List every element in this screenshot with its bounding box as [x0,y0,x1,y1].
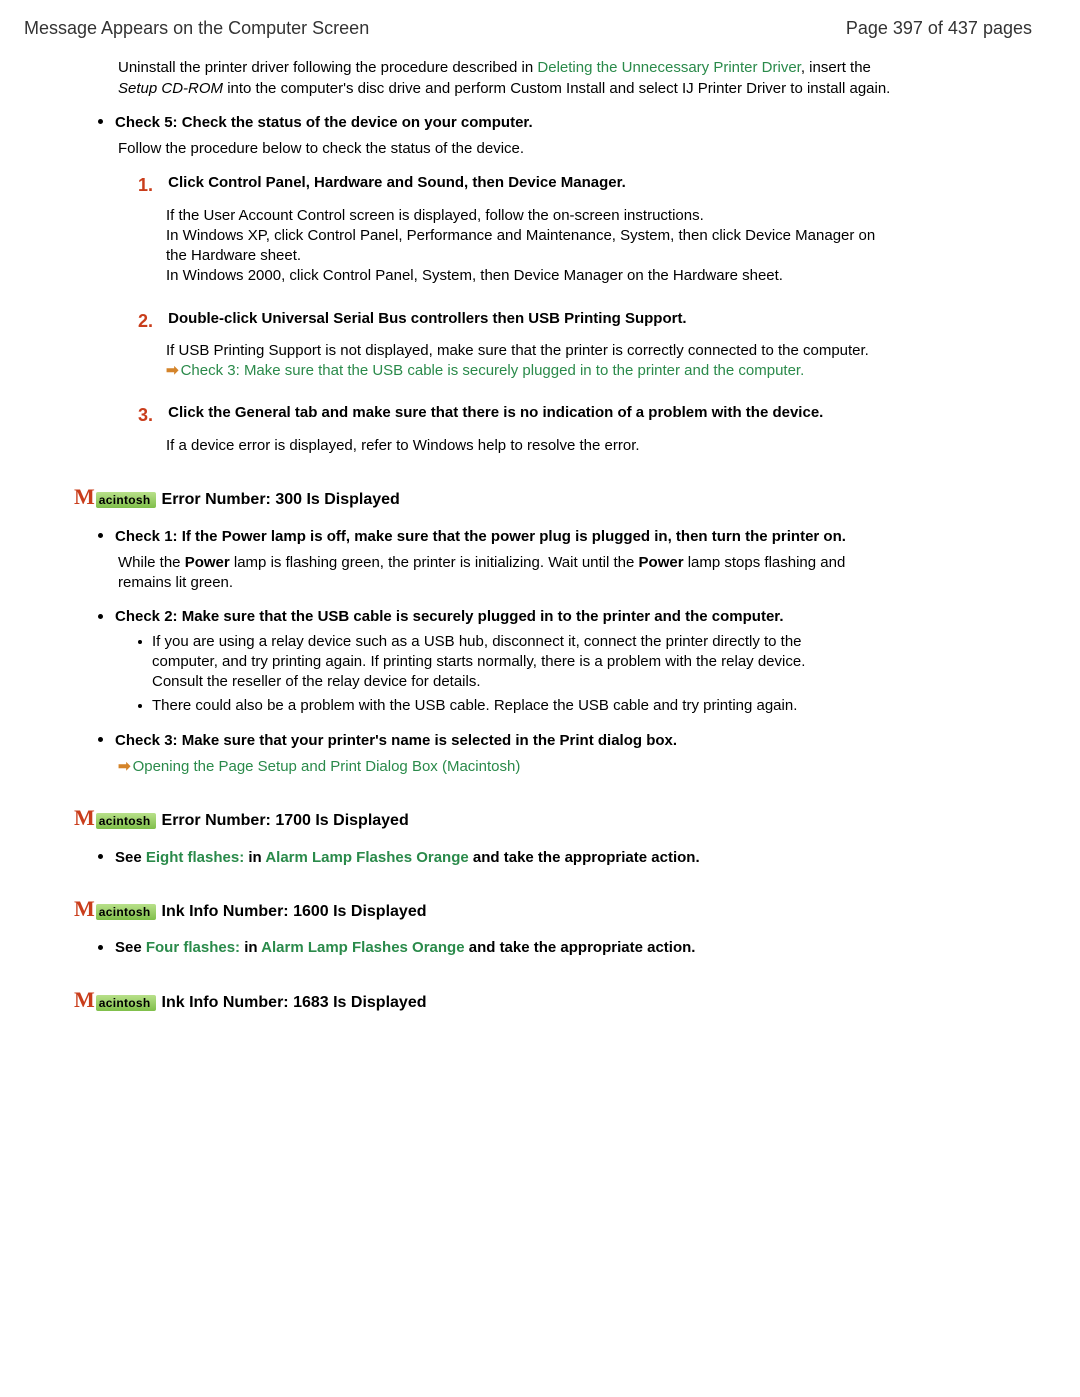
step-number: 3. [138,403,160,427]
bullet-icon [98,119,103,124]
arrow-icon: ➡ [118,758,131,775]
bullet-icon [98,737,103,742]
step-body: If the User Account Control screen is di… [166,206,898,287]
link-delete-driver[interactable]: Deleting the Unnecessary Printer Driver [537,59,800,76]
mac300-check3: Check 3: Make sure that your printer's n… [98,731,898,778]
page-indicator: Page 397 of 437 pages [846,16,1032,40]
step-body: If USB Printing Support is not displayed… [166,341,898,382]
step-2: 2. Double-click Universal Serial Bus con… [138,309,898,382]
mac-ink-1683-heading: Macintosh Ink Info Number: 1683 Is Displ… [74,989,1032,1014]
step-heading: Double-click Universal Serial Bus contro… [168,309,686,329]
bullet-icon [98,614,103,619]
step-number: 1. [138,173,160,197]
mac300-check3-link: ➡Opening the Page Setup and Print Dialog… [118,757,898,777]
mac-m-icon: M [74,989,95,1011]
bullet-icon [98,533,103,538]
list-item: There could also be a problem with the U… [138,696,838,716]
setup-cdrom-text: Setup CD-ROM [118,80,223,97]
check5-steps: 1. Click Control Panel, Hardware and Sou… [138,173,898,456]
intro-paragraph: Uninstall the printer driver following t… [118,58,898,99]
mac1600-body: See Four flashes: in Alarm Lamp Flashes … [98,938,898,958]
bullet-icon [138,704,142,708]
bullet-icon [98,945,103,950]
mac-error-300-heading: Macintosh Error Number: 300 Is Displayed [74,486,1032,511]
mac300-check2: Check 2: Make sure that the USB cable is… [98,607,898,716]
mac-ink-1600-heading: Macintosh Ink Info Number: 1600 Is Displ… [74,898,1032,923]
mac-m-icon: M [74,898,95,920]
link-four-flashes[interactable]: Four flashes: [146,939,240,956]
macintosh-badge: Macintosh [74,486,156,508]
link-alarm-lamp[interactable]: Alarm Lamp Flashes Orange [265,849,468,866]
bullet-icon [138,640,142,644]
step-body: If a device error is displayed, refer to… [166,436,898,456]
step-3: 3. Click the General tab and make sure t… [138,403,898,456]
list-item: If you are using a relay device such as … [138,632,838,693]
step-number: 2. [138,309,160,333]
link-alarm-lamp[interactable]: Alarm Lamp Flashes Orange [261,939,464,956]
mac-m-icon: M [74,807,95,829]
check5-body: Follow the procedure below to check the … [118,139,898,159]
macintosh-badge: Macintosh [74,898,156,920]
mac1700-body: See Eight flashes: in Alarm Lamp Flashes… [98,848,898,868]
check5-block: Check 5: Check the status of the device … [98,113,898,160]
mac-m-icon: M [74,486,95,508]
macintosh-badge: Macintosh [74,989,156,1011]
check5-title: Check 5: Check the status of the device … [115,114,533,131]
macintosh-badge: Macintosh [74,807,156,829]
step-1: 1. Click Control Panel, Hardware and Sou… [138,173,898,286]
mac300-check2-list: If you are using a relay device such as … [138,632,838,717]
doc-title: Message Appears on the Computer Screen [24,16,369,40]
mac300-check1-body: While the Power lamp is flashing green, … [118,553,898,594]
page-header: Message Appears on the Computer Screen P… [24,16,1032,40]
arrow-icon: ➡ [166,362,179,379]
link-check3-usb[interactable]: Check 3: Make sure that the USB cable is… [181,362,805,379]
link-page-setup-mac[interactable]: Opening the Page Setup and Print Dialog … [133,758,521,775]
step-heading: Click Control Panel, Hardware and Sound,… [168,173,626,193]
mac300-check1: Check 1: If the Power lamp is off, make … [98,527,898,594]
link-eight-flashes[interactable]: Eight flashes: [146,849,244,866]
mac-error-1700-heading: Macintosh Error Number: 1700 Is Displaye… [74,807,1032,832]
step-heading: Click the General tab and make sure that… [168,403,823,423]
bullet-icon [98,854,103,859]
